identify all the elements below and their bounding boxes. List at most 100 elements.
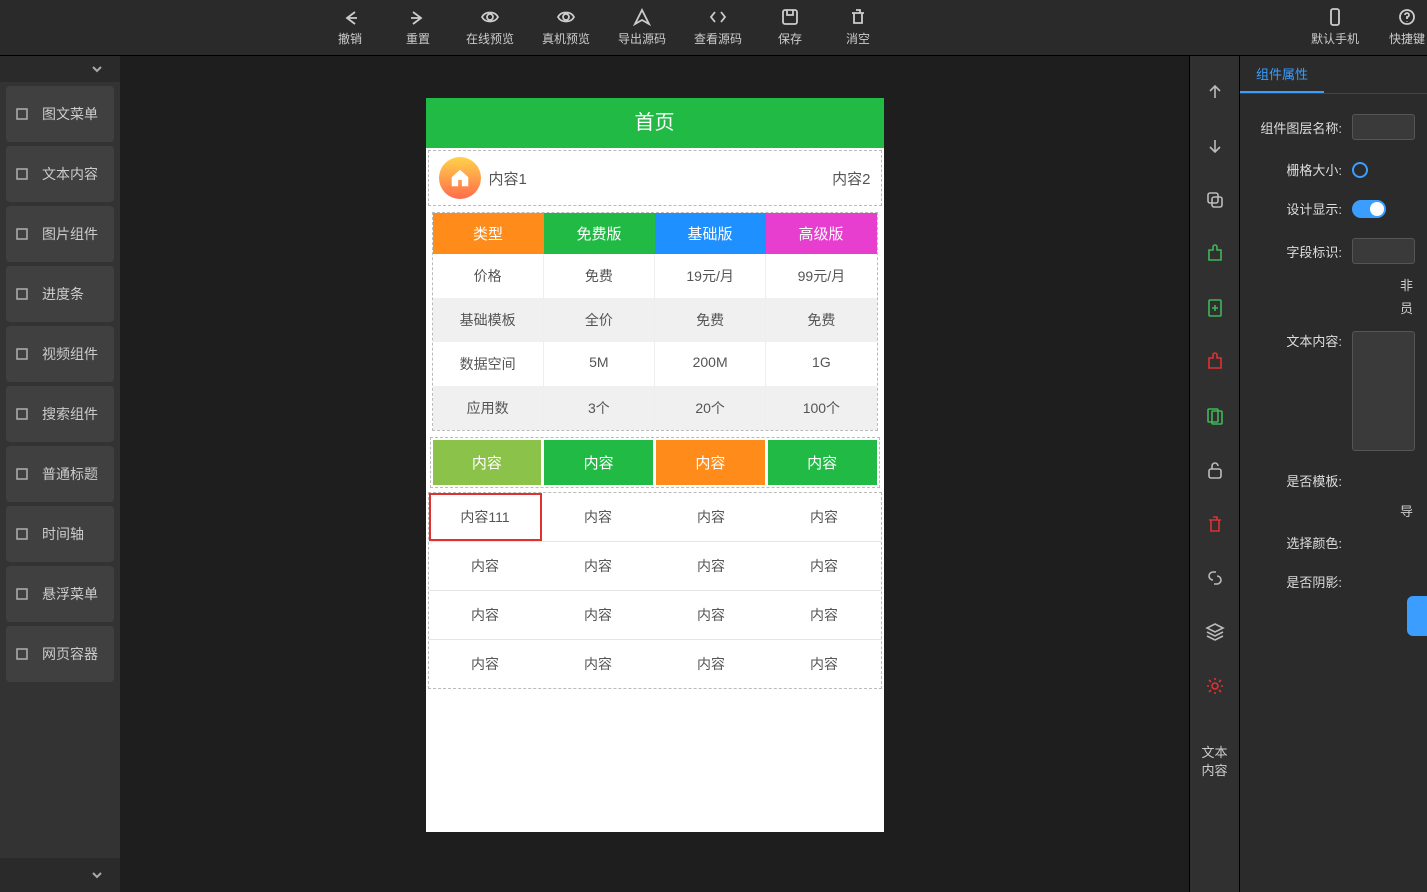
table-cell[interactable]: 内容 [768,640,881,688]
table-cell[interactable]: 内容 [429,640,542,688]
panel-expand-handle[interactable] [1407,596,1427,636]
text-content-input[interactable] [1352,331,1415,451]
table-cell[interactable]: 内容 [655,542,768,590]
content-right: 内容2 [832,168,870,189]
component-icon [14,466,30,482]
content-row[interactable]: 内容1 内容2 [428,150,882,206]
layer-action-rail: 文本 内容 [1189,56,1239,892]
home-icon [439,157,481,199]
component-icon [14,346,30,362]
phone-title: 首页 [426,98,884,148]
component-item[interactable]: 图片组件 [6,206,114,262]
table-cell[interactable]: 内容111 [429,493,542,541]
canvas[interactable]: 首页 内容1 内容2 类型 免费版 基础版 高级版 价格免费19元/月99元/月… [120,56,1189,892]
component-item[interactable]: 搜索组件 [6,386,114,442]
component-item[interactable]: 视频组件 [6,326,114,382]
th2-4: 内容 [768,440,877,485]
table-cell[interactable]: 内容 [429,542,542,590]
gear-icon [1205,676,1225,696]
copy-button[interactable] [1199,184,1231,216]
code-icon [709,8,727,26]
table-cell[interactable]: 内容 [655,591,768,639]
left-panel-collapse-bottom[interactable] [0,858,120,892]
th-free: 免费版 [544,213,655,254]
table-row: 内容内容内容内容 [429,640,881,688]
component-item[interactable]: 文本内容 [6,146,114,202]
table-cell: 20个 [655,386,766,430]
preview-device-button[interactable]: 真机预览 [542,8,590,47]
view-source-button[interactable]: 查看源码 [694,8,742,47]
table-cell: 数据空间 [433,342,544,386]
table-cell[interactable]: 内容 [655,493,768,541]
move-down-button[interactable] [1199,130,1231,162]
component-item[interactable]: 进度条 [6,266,114,322]
undo-button[interactable]: 撤销 [330,8,370,47]
th2-1: 内容 [433,440,542,485]
prop-text-content: 文本内容: [1240,321,1427,461]
pricing-table[interactable]: 类型 免费版 基础版 高级版 价格免费19元/月99元/月基础模板全价免费免费数… [432,212,878,431]
save-button[interactable]: 保存 [770,8,810,47]
table-cell[interactable]: 内容 [542,542,655,590]
field-flag-input[interactable] [1352,238,1415,264]
send-icon [633,8,651,26]
table-cell[interactable]: 内容 [542,591,655,639]
layer-name-input[interactable] [1352,114,1415,140]
clear-button[interactable]: 消空 [838,8,878,47]
table-cell: 免费 [766,298,876,342]
prop-label: 文本内容: [1252,331,1352,350]
link-button[interactable] [1199,562,1231,594]
default-phone-button[interactable]: 默认手机 [1311,8,1359,47]
left-component-panel: 图文菜单文本内容图片组件进度条视频组件搜索组件普通标题时间轴悬浮菜单网页容器 [0,56,120,892]
table-cell[interactable]: 内容 [768,493,881,541]
component-label: 悬浮菜单 [42,584,98,604]
preview-online-button[interactable]: 在线预览 [466,8,514,47]
eye-icon [557,8,575,26]
move-up-button[interactable] [1199,76,1231,108]
content-left: 内容1 [489,168,527,189]
table-cell[interactable]: 内容 [768,542,881,590]
lock-button[interactable] [1199,454,1231,486]
default-phone-label: 默认手机 [1311,30,1359,47]
content-table[interactable]: 内容 内容 内容 内容 内容111内容内容内容内容内容内容内容内容内容内容内容内… [428,437,882,689]
design-display-toggle[interactable] [1352,200,1386,218]
add-page-button[interactable] [1199,292,1231,324]
left-panel-collapse-top[interactable] [0,56,120,82]
settings-button[interactable] [1199,670,1231,702]
shortcuts-button[interactable]: 快捷键 [1387,8,1427,47]
rail-current-label: 文本 内容 [1201,744,1227,780]
tab-component-props[interactable]: 组件属性 [1240,56,1324,93]
lock-open-icon [1205,460,1225,480]
property-panel: 组件属性 组件图层名称: 栅格大小: 设计显示: 字段标识: 非 员 文本内容:… [1239,56,1427,892]
plugin-button[interactable] [1199,238,1231,270]
redo-button[interactable]: 重置 [398,8,438,47]
table-cell[interactable]: 内容 [542,640,655,688]
pages-button[interactable] [1199,400,1231,432]
table-cell[interactable]: 内容 [429,591,542,639]
prop-design-display: 设计显示: [1240,189,1427,228]
component-icon [14,226,30,242]
component-item[interactable]: 悬浮菜单 [6,566,114,622]
table-cell[interactable]: 内容 [542,493,655,541]
prop-label: 是否模板: [1252,471,1352,490]
component-item[interactable]: 网页容器 [6,626,114,682]
undo-label: 撤销 [338,30,362,47]
file-plus-icon [1205,298,1225,318]
table-cell[interactable]: 内容 [655,640,768,688]
grid-size-radio[interactable] [1352,162,1368,178]
redo-icon [409,8,427,26]
table-cell: 200M [655,342,766,386]
component-label: 网页容器 [42,644,98,664]
export-source-button[interactable]: 导出源码 [618,8,666,47]
component-icon [14,286,30,302]
table-cell[interactable]: 内容 [768,591,881,639]
preview-online-label: 在线预览 [466,30,514,47]
table-row: 应用数3个20个100个 [433,386,877,430]
component-item[interactable]: 图文菜单 [6,86,114,142]
delete-button[interactable] [1199,508,1231,540]
layers-button[interactable] [1199,616,1231,648]
plugin-remove-button[interactable] [1199,346,1231,378]
component-icon [14,106,30,122]
component-icon [14,526,30,542]
component-item[interactable]: 普通标题 [6,446,114,502]
component-item[interactable]: 时间轴 [6,506,114,562]
